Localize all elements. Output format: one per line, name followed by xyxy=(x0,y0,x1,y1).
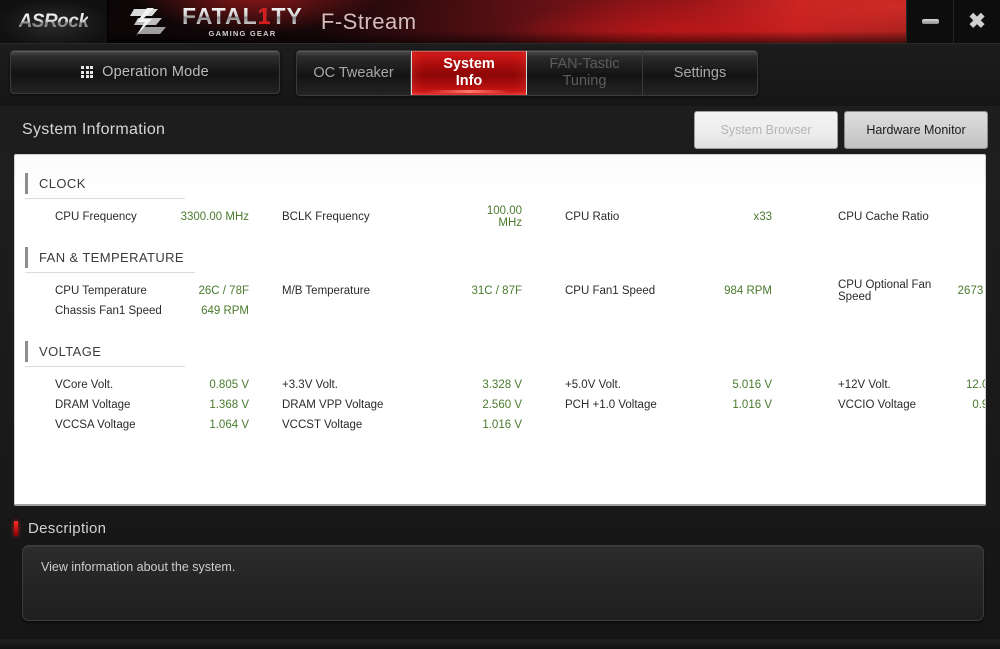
table-row: CPU Frequency 3300.00 MHz BCLK Frequency 1… xyxy=(15,205,985,229)
row-value: 0.805 V xyxy=(209,379,249,391)
system-browser-button[interactable]: System Browser xyxy=(694,111,838,149)
asrock-logo-text: ASRock xyxy=(18,10,89,32)
tab-operation-mode-label: Operation Mode xyxy=(102,64,209,80)
row-value: 5.016 V xyxy=(732,379,772,391)
description-panel: Description View information about the s… xyxy=(0,514,1000,621)
row-value: 2673 RPM xyxy=(957,285,985,297)
row-label: CPU Optional Fan Speed xyxy=(838,279,932,303)
row-value: 2.560 V xyxy=(482,399,522,411)
row-value: x33 xyxy=(753,211,772,223)
description-title: Description xyxy=(28,520,107,537)
row-label: Chassis Fan1 Speed xyxy=(55,305,162,317)
clock-rows: CPU Frequency 3300.00 MHz BCLK Frequency 1… xyxy=(15,201,985,229)
window-bottom-strip xyxy=(0,639,1000,649)
description-box: View information about the system. xyxy=(22,545,984,621)
row-label: CPU Fan1 Speed xyxy=(565,285,656,297)
tab-group: OC Tweaker System Info FAN-Tastic Tuning… xyxy=(296,50,758,96)
fatality-wordmark: FATAL1TY GAMING GEAR xyxy=(182,5,303,38)
section-accent-bar xyxy=(25,341,28,362)
row-label: VCCST Voltage xyxy=(282,419,363,431)
row-label: CPU Cache Ratio xyxy=(838,211,929,223)
row-label: +5.0V Volt. xyxy=(565,379,621,391)
minimize-button[interactable] xyxy=(906,0,953,43)
tab-fan-tastic-tuning[interactable]: FAN-Tastic Tuning xyxy=(527,51,643,95)
close-button[interactable]: ✖ xyxy=(953,0,1000,43)
table-row: Chassis Fan1 Speed 649 RPM xyxy=(15,301,985,321)
panel-header: System Information System Browser Hardwa… xyxy=(0,106,1000,154)
panel-header-buttons: System Browser Hardware Monitor xyxy=(694,111,988,149)
tab-oc-tweaker[interactable]: OC Tweaker xyxy=(297,51,411,95)
row-value: 3.328 V xyxy=(482,379,522,391)
row-value: 649 RPM xyxy=(201,305,249,317)
app-title: F-Stream xyxy=(320,8,417,34)
section-accent-bar xyxy=(25,247,28,268)
title-bar: ASRock FATAL1TY GAMING GEAR F-Stream ✖ xyxy=(0,0,1000,44)
asrock-logo: ASRock xyxy=(0,0,108,43)
fatality-main-text: FATAL1TY xyxy=(182,3,303,30)
row-value: 1.064 V xyxy=(209,419,249,431)
table-row: CPU Temperature 26C / 78F M/B Temperature… xyxy=(15,279,985,303)
close-icon: ✖ xyxy=(968,10,986,33)
row-label: PCH +1.0 Voltage xyxy=(565,399,657,411)
row-label: +12V Volt. xyxy=(838,379,891,391)
window-controls: ✖ xyxy=(906,0,1000,43)
section-heading-clock: CLOCK xyxy=(25,171,185,199)
row-value: 0.968 V xyxy=(972,399,985,411)
row-label: CPU Ratio xyxy=(565,211,620,223)
row-label: CPU Temperature xyxy=(55,285,147,297)
fatality-bolt-icon xyxy=(130,7,166,36)
row-value: 100.00 MHz xyxy=(486,205,522,229)
table-row: DRAM Voltage 1.368 V DRAM VPP Voltage 2.56… xyxy=(15,395,985,415)
section-accent-bar xyxy=(25,173,28,194)
fan-temperature-rows: CPU Temperature 26C / 78F M/B Temperature… xyxy=(15,275,985,321)
row-label: CPU Frequency xyxy=(55,211,137,223)
description-text: View information about the system. xyxy=(41,560,236,574)
row-value: 12.000 V xyxy=(965,379,985,391)
row-label: VCCSA Voltage xyxy=(55,419,136,431)
section-voltage: VOLTAGE VCore Volt. 0.805 V +3.3V Volt. 3.… xyxy=(15,339,985,435)
row-value: 1.368 V xyxy=(209,399,249,411)
page-title: System Information xyxy=(22,121,166,138)
row-value: 26C / 78F xyxy=(198,285,250,297)
row-label: M/B Temperature xyxy=(282,285,370,297)
section-fan-temperature: FAN & TEMPERATURE CPU Temperature 26C / 7… xyxy=(15,245,985,321)
description-header: Description xyxy=(0,514,1000,545)
row-value: 1.016 V xyxy=(482,419,522,431)
description-accent-icon xyxy=(14,521,18,536)
voltage-rows: VCore Volt. 0.805 V +3.3V Volt. 3.328 V +5… xyxy=(15,369,985,435)
row-value: x33 xyxy=(942,211,985,223)
fatality-sub-text: GAMING GEAR xyxy=(208,29,277,39)
minimize-icon xyxy=(921,19,939,24)
tab-settings[interactable]: Settings xyxy=(643,51,757,95)
section-heading-fan-temperature: FAN & TEMPERATURE xyxy=(25,245,195,273)
row-value: 31C / 87F xyxy=(471,285,523,297)
hardware-monitor-button[interactable]: Hardware Monitor xyxy=(844,111,988,149)
row-label: DRAM Voltage xyxy=(55,399,131,411)
tab-system-info[interactable]: System Info xyxy=(411,51,527,95)
table-row: VCCSA Voltage 1.064 V VCCST Voltage 1.016 … xyxy=(15,415,985,435)
tab-operation-mode[interactable]: Operation Mode xyxy=(10,50,280,94)
row-label: BCLK Frequency xyxy=(282,211,370,223)
row-label: VCore Volt. xyxy=(55,379,114,391)
row-value: 1.016 V xyxy=(732,399,772,411)
section-heading-voltage: VOLTAGE xyxy=(25,339,185,367)
table-row: VCore Volt. 0.805 V +3.3V Volt. 3.328 V +5… xyxy=(15,375,985,395)
section-clock: CLOCK CPU Frequency 3300.00 MHz BCLK Freq… xyxy=(15,171,985,229)
row-label: VCCIO Voltage xyxy=(838,399,916,411)
row-value: 984 RPM xyxy=(724,285,772,297)
fatality-banner: FATAL1TY GAMING GEAR F-Stream xyxy=(108,0,906,43)
grid-icon xyxy=(81,66,94,78)
f-stream-window: ASRock FATAL1TY GAMING GEAR F-Stream ✖ O… xyxy=(0,0,1000,649)
fatality-brand: FATAL1TY GAMING GEAR xyxy=(128,5,303,38)
row-label: DRAM VPP Voltage xyxy=(282,399,384,411)
row-label: +3.3V Volt. xyxy=(282,379,338,391)
system-info-panel: CLOCK CPU Frequency 3300.00 MHz BCLK Freq… xyxy=(14,154,986,506)
row-value: 3300.00 MHz xyxy=(180,211,249,223)
tab-bar: Operation Mode OC Tweaker System Info FA… xyxy=(0,44,1000,106)
